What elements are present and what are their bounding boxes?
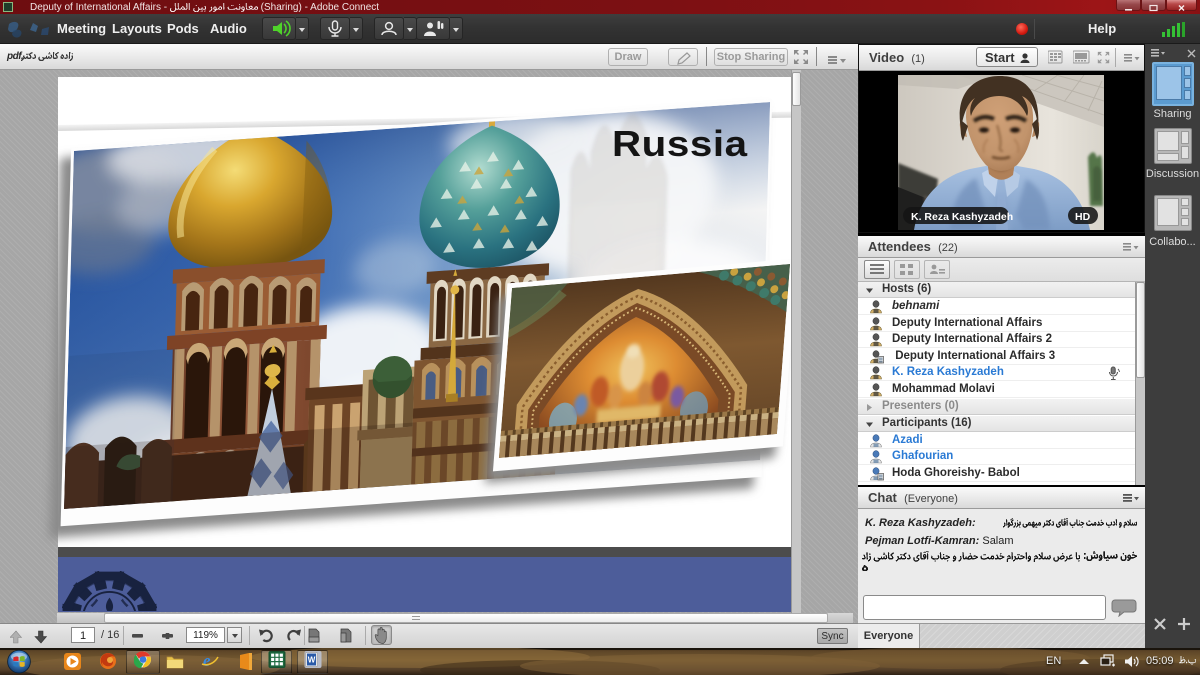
- svg-text:HD: HD: [1075, 211, 1091, 223]
- svg-text:e: e: [203, 652, 211, 670]
- svg-text:K. Reza Kashyzadeh: K. Reza Kashyzadeh: [911, 211, 1013, 223]
- svg-text:W: W: [307, 656, 315, 665]
